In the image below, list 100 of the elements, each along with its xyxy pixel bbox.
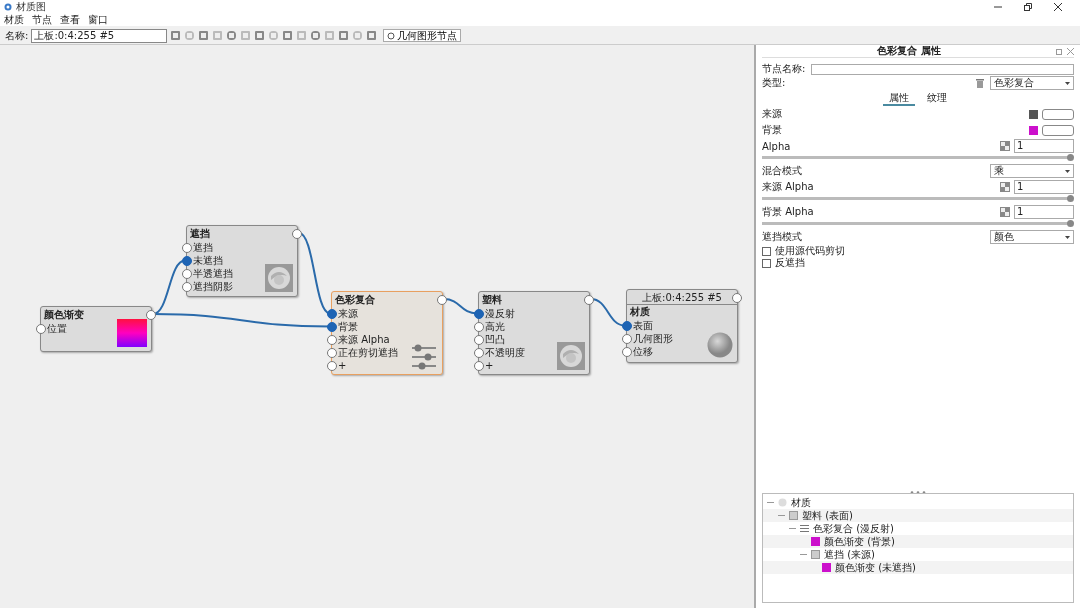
port-label: 未遮挡 [193,255,223,266]
field-label: 节点名称: [762,62,806,76]
input-port[interactable] [327,309,337,319]
port-label: 来源 Alpha [338,334,390,345]
input-port[interactable] [474,335,484,345]
menu-item[interactable]: 节点 [32,12,52,27]
number-field[interactable]: 1 [1014,205,1074,219]
property-label: 混合模式 [762,164,802,178]
checkbox[interactable] [762,246,771,256]
texture-link-icon[interactable] [1000,141,1010,151]
panel-title: 色彩复合 属性 [876,44,942,58]
output-port[interactable] [146,310,156,320]
output-port[interactable] [584,295,594,305]
tree-item[interactable]: 遮挡 (来源) [824,547,875,562]
menu-item[interactable]: 窗口 [88,12,108,27]
window-title: 材质图 [16,0,47,14]
type-dropdown[interactable]: 色彩复合 [990,76,1074,90]
port-label: 凹凸 [485,334,505,345]
node-title: 颜色渐变 [43,308,85,322]
texture-icon [789,511,798,520]
input-port[interactable] [474,361,484,371]
refresh-icon [387,31,396,40]
checkbox-label: 反遮挡 [775,256,805,270]
input-port[interactable] [327,322,337,332]
output-port[interactable] [437,295,447,305]
field-label: 类型: [762,76,786,90]
gradient-icon [811,537,820,546]
tree-item[interactable]: 塑料 (表面) [802,508,853,523]
input-port[interactable] [182,256,192,266]
port-label: 漫反射 [485,308,515,319]
input-port[interactable] [474,322,484,332]
node-name-field[interactable] [811,63,1074,75]
input-port[interactable] [622,347,632,357]
splitter-handle[interactable] [910,491,926,494]
sphere-thumbnail [557,342,585,370]
input-port[interactable] [622,334,632,344]
tree-item[interactable]: 色彩复合 (漫反射) [813,521,894,536]
texture-link-icon[interactable] [1000,182,1010,192]
caret-icon[interactable] [1065,169,1070,173]
port-label: 位移 [633,346,653,357]
property-label: 遮挡模式 [762,230,802,244]
tab[interactable]: 属性 [883,90,915,106]
color-field[interactable] [1042,108,1074,120]
color-swatch[interactable] [1029,109,1038,119]
menu-item[interactable]: 材质 [4,12,24,27]
property-label: 来源 Alpha [762,180,814,194]
tree-item[interactable]: 材质 [791,495,811,510]
restore-icon[interactable] [1024,2,1032,11]
port-label: 来源 [338,308,358,319]
name-field[interactable]: 上板:0:4:255 #5 [31,28,168,43]
slider-thumb[interactable] [1067,220,1074,227]
input-port[interactable] [327,335,337,345]
sphere-thumbnail [707,332,733,358]
dropdown[interactable]: 颜色 [990,230,1074,244]
input-port[interactable] [182,269,192,279]
port-label: 遮挡 [193,242,213,253]
tab[interactable]: 纹理 [921,90,953,106]
float-icon[interactable] [1056,47,1063,55]
property-label: 来源 [762,107,782,121]
input-port[interactable] [327,361,337,371]
menu-item[interactable]: 查看 [60,12,80,27]
input-port[interactable] [474,309,484,319]
caret-icon[interactable] [1065,235,1070,239]
port-label: + [338,360,347,371]
sphere-thumbnail [265,264,293,292]
output-port[interactable] [732,293,742,303]
input-port[interactable] [327,348,337,358]
checkbox[interactable] [762,258,771,268]
input-port[interactable] [182,282,192,292]
caret-icon[interactable] [1065,81,1070,85]
node-title: 材质 [629,305,651,319]
node-title: 色彩复合 [334,293,376,307]
number-field[interactable]: 1 [1014,139,1074,153]
node-title: 塑料 [481,293,503,307]
port-label: 半透遮挡 [193,268,233,279]
name-label: 名称: [5,28,29,43]
port-label: 正在剪切遮挡 [338,347,398,358]
slider-thumb[interactable] [1067,154,1074,161]
input-port[interactable] [182,243,192,253]
output-port[interactable] [292,229,302,239]
input-port[interactable] [622,321,632,331]
texture-icon [811,550,820,559]
port-label: 背景 [338,321,358,332]
input-port[interactable] [36,324,46,334]
color-field[interactable] [1042,124,1074,136]
color-swatch[interactable] [1029,125,1038,135]
dropdown[interactable]: 乘 [990,164,1074,178]
property-label: 背景 Alpha [762,205,814,219]
number-field[interactable]: 1 [1014,180,1074,194]
port-label: 高光 [485,321,505,332]
input-port[interactable] [474,348,484,358]
texture-link-icon[interactable] [1000,207,1010,217]
material-icon [778,498,787,507]
geometry-node-button[interactable]: 几何图形节点 [383,29,462,42]
close-icon[interactable] [1054,2,1062,11]
port-label: 不透明度 [485,347,525,358]
port-label: 遮挡阴影 [193,281,233,292]
node-title: 遮挡 [189,227,211,241]
slider-thumb[interactable] [1067,195,1074,202]
port-label: 位置 [47,323,67,334]
